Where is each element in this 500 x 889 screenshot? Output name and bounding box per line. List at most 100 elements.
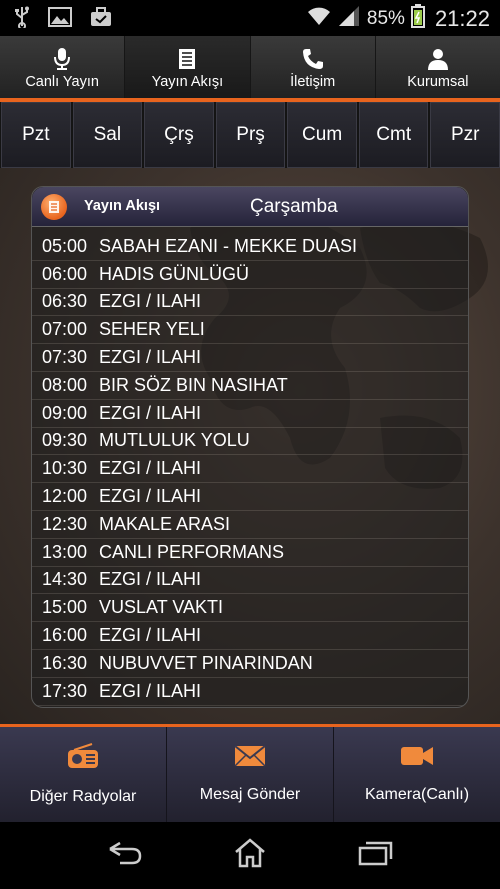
program-time: 16:30 — [42, 652, 88, 673]
program-time: 16:00 — [42, 625, 88, 646]
wifi-icon — [307, 6, 331, 31]
radio-icon — [66, 743, 100, 774]
schedule-panel: Yayın Akışı Çarşamba 05:00 SABAH EZANI - … — [31, 186, 469, 708]
send-message-button[interactable]: Mesaj Gönder — [167, 727, 334, 822]
back-icon[interactable] — [106, 841, 142, 870]
list-item[interactable]: 16:00 EZGI / ILAHI — [32, 622, 468, 650]
program-time: 12:30 — [42, 513, 88, 534]
list-item[interactable]: 12:00 EZGI / ILAHI — [32, 483, 468, 511]
program-time: 15:00 — [42, 597, 88, 618]
day-button-sal[interactable]: Sal — [72, 102, 143, 168]
program-name: BIR SÖZ BIN NASIHAT — [99, 374, 288, 395]
clock: 21:22 — [434, 5, 490, 31]
battery-icon — [410, 4, 425, 33]
phone-icon — [302, 46, 324, 72]
program-time: 08:00 — [42, 374, 88, 395]
program-time: 14:30 — [42, 569, 88, 590]
program-name: EZGI / ILAHI — [99, 291, 202, 312]
day-button-prs[interactable]: Prş — [215, 102, 286, 168]
list-item[interactable]: 08:00 BIR SÖZ BIN NASIHAT — [32, 372, 468, 400]
schedule-icon — [41, 194, 67, 220]
schedule-title: Yayın Akışı — [84, 198, 161, 214]
other-radios-button[interactable]: Diğer Radyolar — [0, 727, 167, 822]
action-label: Mesaj Gönder — [199, 786, 301, 803]
program-name: CANLI PERFORMANS — [99, 541, 285, 562]
battery-percent: 85% — [366, 7, 405, 29]
program-name: EZGI / ILAHI — [99, 569, 202, 590]
list-item[interactable]: 09:00 EZGI / ILAHI — [32, 400, 468, 428]
program-name: HADIS GÜNLÜGÜ — [99, 263, 250, 284]
list-item[interactable]: 06:00 HADIS GÜNLÜGÜ — [32, 261, 468, 289]
program-name: EZGI / ILAHI — [99, 486, 202, 507]
program-time: 13:00 — [42, 541, 88, 562]
list-item[interactable]: 13:00 CANLI PERFORMANS — [32, 539, 468, 567]
live-camera-button[interactable]: Kamera(Canlı) — [334, 727, 500, 822]
program-time: 09:30 — [42, 430, 88, 451]
list-item[interactable]: 10:30 EZGI / ILAHI — [32, 455, 468, 484]
image-icon — [48, 7, 72, 32]
list-item[interactable]: 12:30 MAKALE ARASI — [32, 511, 468, 539]
list-item[interactable]: 15:00 VUSLAT VAKTI — [32, 594, 468, 623]
tab-label: Kurumsal — [407, 74, 469, 90]
tab-canli-yayin[interactable]: Canlı Yayın — [0, 36, 126, 98]
list-item[interactable]: 09:30 MUTLULUK YOLU — [32, 428, 468, 456]
person-icon — [427, 46, 449, 72]
action-label: Kamera(Canlı) — [364, 786, 470, 803]
program-time: 07:00 — [42, 319, 88, 340]
day-button-cmt[interactable]: Cmt — [358, 102, 429, 168]
video-camera-icon — [400, 745, 434, 772]
day-selector: Pzt Sal Çrş Prş Cum Cmt Pzr — [0, 102, 500, 168]
tab-yayin-akisi[interactable]: Yayın Akışı — [125, 36, 251, 102]
day-button-pzt[interactable]: Pzt — [1, 102, 71, 168]
action-label: Diğer Radyolar — [29, 788, 137, 805]
list-item[interactable]: 07:00 SEHER YELI — [32, 316, 468, 345]
tab-label: İletişim — [290, 74, 336, 90]
day-button-crs[interactable]: Çrş — [144, 102, 214, 168]
program-time: 06:30 — [42, 291, 88, 312]
program-time: 09:00 — [42, 402, 88, 423]
signal-icon — [337, 5, 361, 32]
microphone-icon — [52, 46, 72, 72]
recent-apps-icon[interactable] — [358, 840, 394, 871]
day-button-cum[interactable]: Cum — [287, 102, 357, 168]
program-name: VUSLAT VAKTI — [99, 597, 224, 618]
program-time: 07:30 — [42, 347, 88, 368]
bottom-action-bar: Diğer Radyolar Mesaj Gönder Kamera(Canlı… — [0, 724, 500, 822]
program-time: 12:00 — [42, 486, 88, 507]
status-bar: 85% 21:22 — [0, 0, 500, 36]
tab-kurumsal[interactable]: Kurumsal — [376, 36, 500, 98]
usb-icon — [14, 6, 30, 33]
list-item[interactable]: 07:30 EZGI / ILAHI — [32, 344, 468, 372]
program-name: SABAH EZANI - MEKKE DUASI — [99, 235, 358, 256]
list-item[interactable]: 06:30 EZGI / ILAHI — [32, 289, 468, 317]
program-name: MAKALE ARASI — [99, 513, 231, 534]
program-name: MUTLULUK YOLU — [99, 430, 250, 451]
tab-label: Canlı Yayın — [25, 74, 99, 90]
program-name: EZGI / ILAHI — [99, 402, 202, 423]
program-name: EZGI / ILAHI — [99, 347, 202, 368]
schedule-header: Yayın Akışı Çarşamba — [32, 187, 468, 227]
tab-bar: Canlı Yayın Yayın Akışı İletişim Kurumsa… — [0, 36, 500, 102]
schedule-day: Çarşamba — [250, 196, 338, 217]
program-name: EZGI / ILAHI — [99, 625, 202, 646]
briefcase-icon — [90, 7, 112, 32]
program-time: 06:00 — [42, 263, 88, 284]
day-button-pzr[interactable]: Pzr — [430, 102, 500, 168]
system-nav-bar — [0, 822, 500, 889]
list-item[interactable]: 14:30 EZGI / ILAHI — [32, 567, 468, 595]
home-icon[interactable] — [233, 838, 267, 873]
envelope-icon — [234, 745, 266, 772]
program-name: EZGI / ILAHI — [99, 458, 202, 479]
tab-iletisim[interactable]: İletişim — [251, 36, 376, 98]
list-item[interactable]: 17:30 EZGI / ILAHI — [32, 678, 468, 706]
list-item[interactable]: 05:00 SABAH EZANI - MEKKE DUASI — [32, 233, 468, 261]
program-time: 05:00 — [42, 235, 88, 256]
list-item[interactable]: 16:30 NUBUVVET PINARINDAN — [32, 650, 468, 678]
program-time: 17:30 — [42, 680, 88, 701]
program-name: EZGI / ILAHI — [99, 680, 202, 701]
program-time: 10:30 — [42, 458, 88, 479]
list-icon — [178, 46, 196, 72]
schedule-list[interactable]: 05:00 SABAH EZANI - MEKKE DUASI 06:00 HADI… — [32, 233, 468, 706]
program-name: SEHER YELI — [99, 319, 205, 340]
tab-label: Yayın Akışı — [151, 74, 224, 90]
